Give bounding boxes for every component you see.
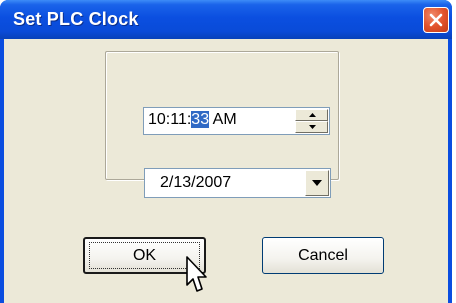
cancel-button-label: Cancel [298, 247, 348, 264]
arrow-up-icon [309, 113, 316, 117]
time-picker[interactable]: 10:11:33 AM [143, 107, 330, 135]
window-title: Set PLC Clock [13, 9, 139, 29]
spinner-up-button[interactable] [295, 109, 328, 121]
spinner-down-button[interactable] [295, 121, 328, 133]
arrow-down-icon [309, 125, 316, 129]
time-value[interactable]: 10:11:33 AM [148, 111, 237, 129]
time-hours-minutes: 10:11: [148, 111, 192, 128]
date-value[interactable]: 2/13/2007 [160, 174, 231, 192]
time-ampm: AM [209, 111, 237, 128]
focus-rectangle [89, 242, 200, 269]
time-seconds-selected[interactable]: 33 [191, 111, 210, 128]
time-spinner[interactable] [295, 109, 328, 133]
close-button[interactable] [423, 7, 449, 33]
close-x-icon [429, 13, 443, 27]
chevron-down-icon [312, 180, 322, 186]
cancel-button[interactable]: Cancel [262, 237, 384, 274]
title-bar[interactable]: Set PLC Clock [0, 0, 452, 39]
date-picker[interactable]: 2/13/2007 [144, 168, 331, 198]
mouse-pointer-icon [186, 256, 207, 292]
date-dropdown-button[interactable] [305, 170, 329, 196]
